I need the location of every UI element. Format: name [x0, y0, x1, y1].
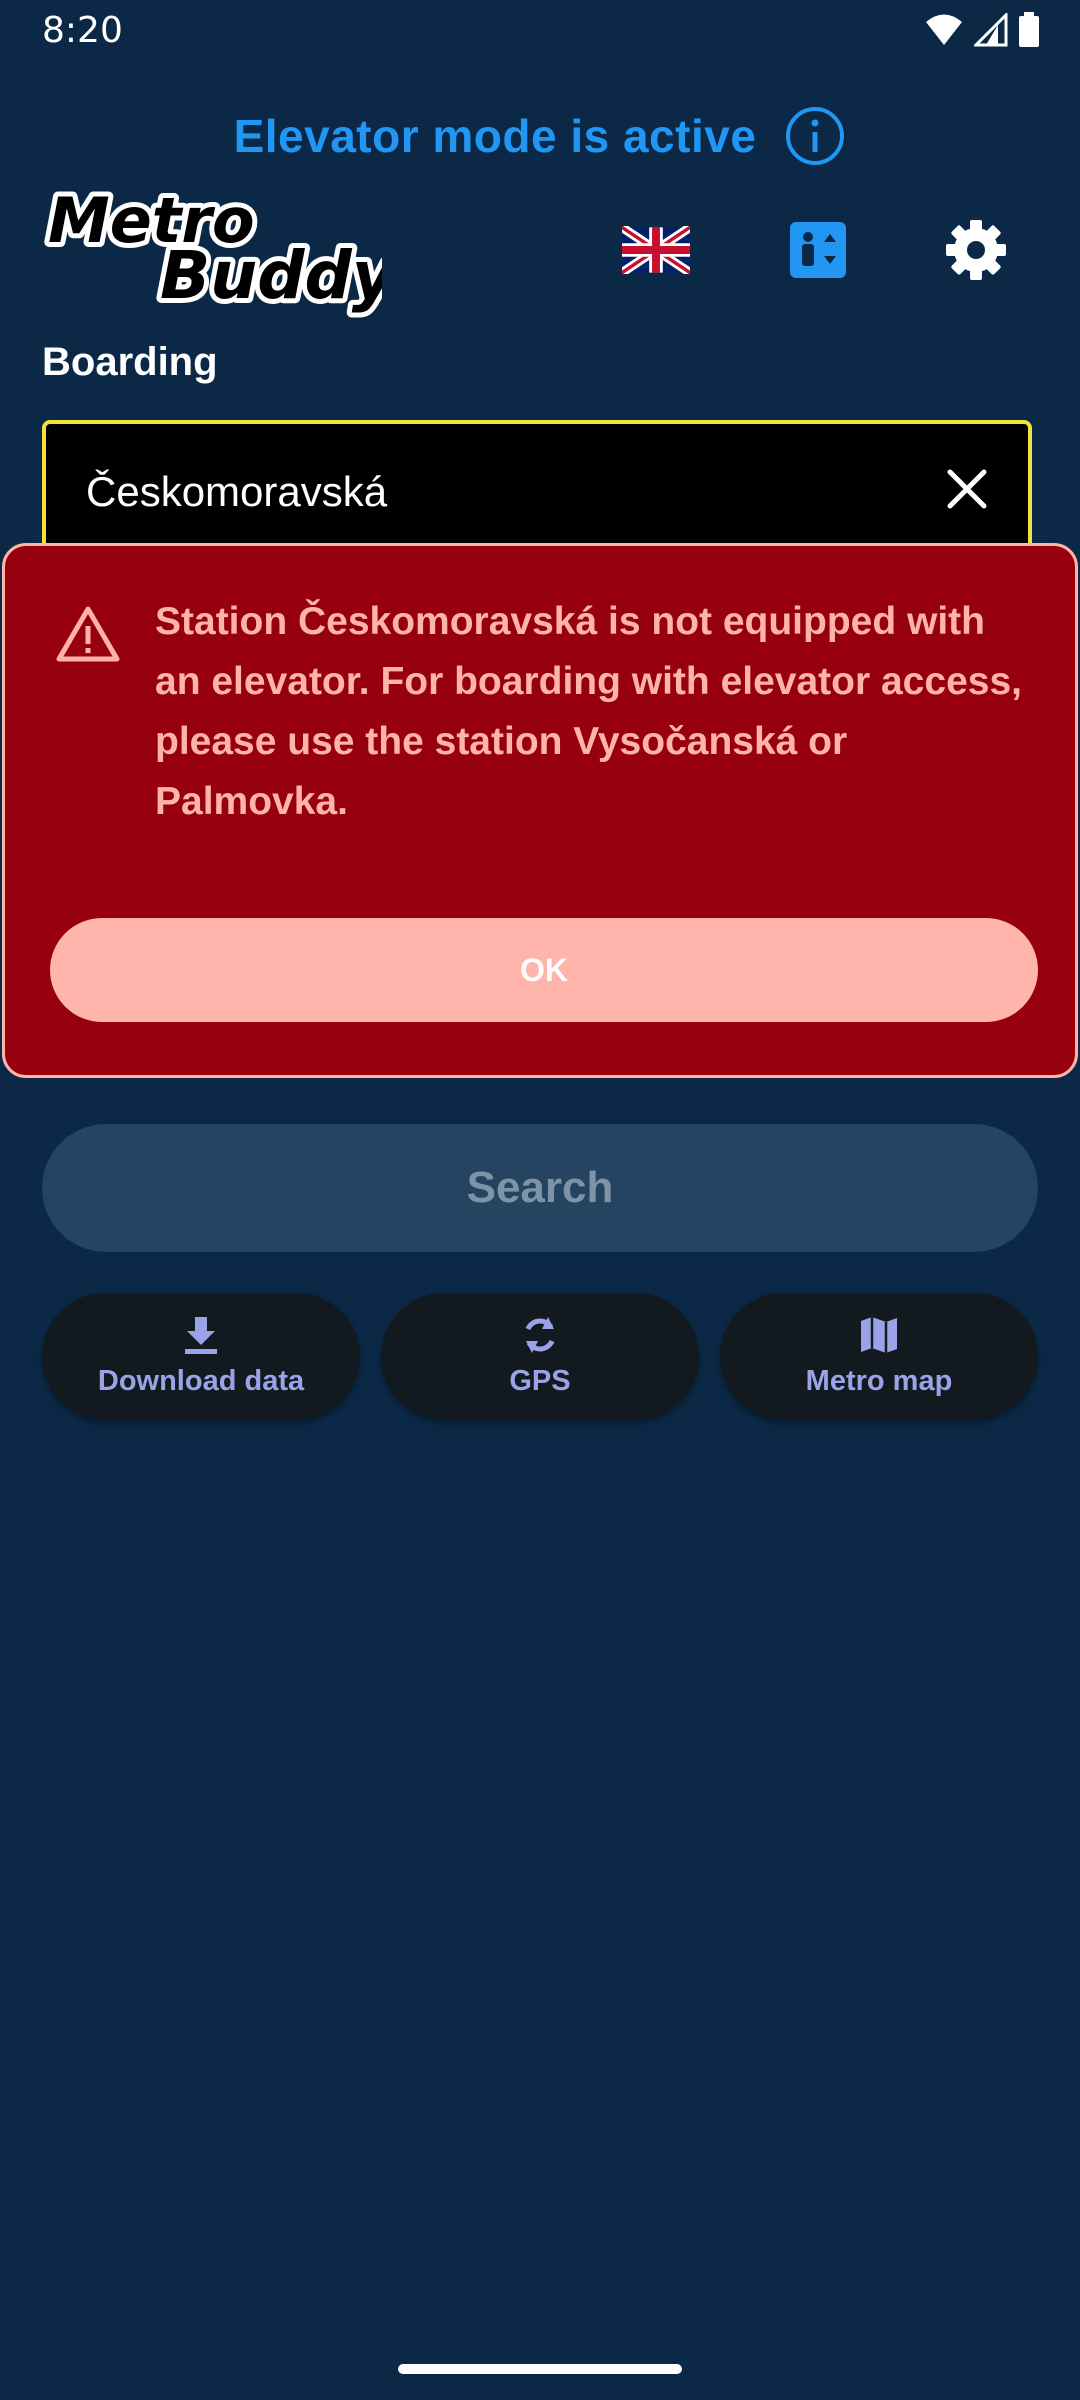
gps-label: GPS — [509, 1365, 571, 1397]
metrobuddy-logo: Metro Buddy — [43, 180, 382, 319]
home-indicator[interactable] — [398, 2364, 682, 2374]
download-icon — [185, 1317, 217, 1354]
gps-button[interactable]: GPS — [381, 1293, 699, 1419]
battery-icon — [1019, 12, 1039, 47]
boarding-station-value[interactable]: Českomoravská — [86, 468, 387, 516]
elevator-mode-banner: Elevator mode is active — [0, 105, 1080, 167]
metro-map-button[interactable]: Metro map — [720, 1293, 1038, 1419]
info-icon[interactable] — [784, 105, 846, 167]
download-data-button[interactable]: Download data — [42, 1293, 360, 1419]
boarding-label: Boarding — [42, 340, 218, 384]
cellular-signal-icon — [974, 13, 1008, 47]
ok-button[interactable]: OK — [50, 918, 1038, 1022]
gear-icon — [946, 220, 1006, 280]
settings-button[interactable] — [936, 210, 1016, 290]
logo-text-bottom: Buddy — [160, 237, 382, 314]
search-button[interactable]: Search — [42, 1124, 1038, 1252]
clear-icon[interactable] — [942, 464, 992, 514]
dialog-message: Station Českomoravská is not equipped wi… — [155, 600, 1022, 823]
map-icon — [861, 1317, 897, 1353]
elevator-warning-dialog: Station Českomoravská is not equipped wi… — [2, 543, 1078, 1078]
refresh-icon — [525, 1317, 555, 1353]
elevator-icon — [790, 222, 846, 278]
status-time: 8:20 — [42, 10, 123, 51]
uk-flag-icon — [622, 226, 690, 274]
status-icons — [924, 12, 1040, 48]
wifi-icon — [926, 14, 962, 45]
download-data-label: Download data — [97, 1365, 305, 1397]
boarding-station-field[interactable]: Českomoravská — [42, 420, 1032, 560]
status-bar: 8:20 — [0, 0, 1080, 62]
screen: 8:20 Elevator mode is active Metro Buddy — [0, 0, 1080, 2400]
elevator-mode-button[interactable] — [778, 210, 858, 290]
elevator-mode-text: Elevator mode is active — [233, 110, 757, 162]
warning-icon — [56, 606, 120, 662]
metro-map-label: Metro map — [805, 1365, 953, 1397]
language-button[interactable] — [616, 210, 696, 290]
